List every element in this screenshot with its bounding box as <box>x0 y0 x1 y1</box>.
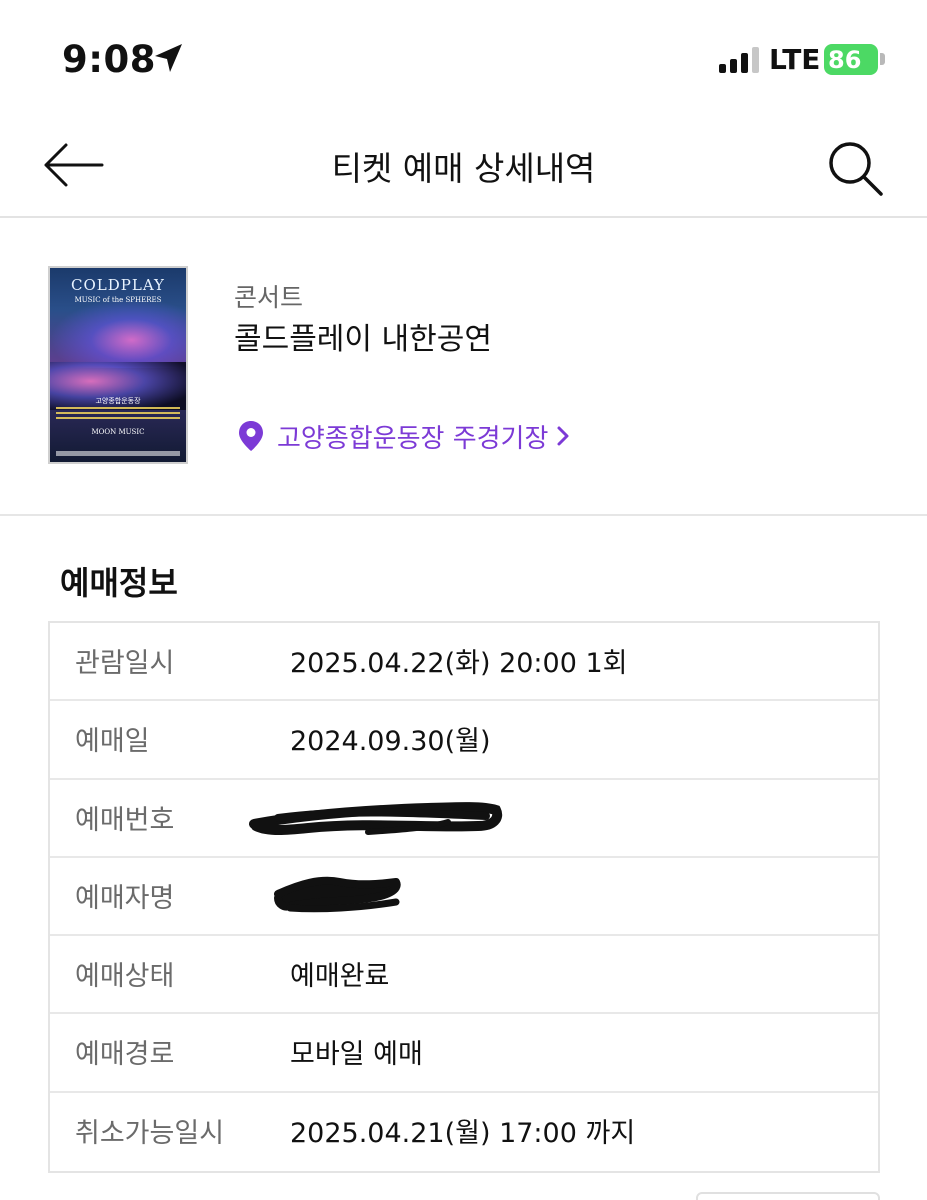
poster-dates <box>56 407 180 421</box>
venue-link[interactable]: 고양종합운동장 주경기장 <box>238 418 570 454</box>
booking-info-title: 예매정보 <box>60 564 178 602</box>
table-row: 취소가능일시 2025.04.21(월) 17:00 까지 <box>50 1093 878 1171</box>
event-category: 콘서트 <box>234 283 304 312</box>
ticket-detail-screen: 9:08 LTE 86 티켓 예매 상세내역 COLDPLAY MUSIC of… <box>0 0 927 1200</box>
poster-venue: 고양종합운동장 <box>95 397 141 405</box>
app-header: 티켓 예매 상세내역 <box>0 118 927 218</box>
poster-title: COLDPLAY <box>71 276 165 294</box>
redaction-scribble <box>249 801 503 835</box>
table-row: 예매상태 예매완료 <box>50 936 878 1015</box>
redaction-scribble <box>274 876 401 913</box>
map-pin-icon <box>239 421 263 451</box>
table-row: 예매일 2024.09.30(월) <box>50 701 878 780</box>
venue-name: 고양종합운동장 주경기장 <box>277 423 549 454</box>
battery-level: 86 <box>828 46 862 74</box>
poster-sponsor-logos <box>56 451 180 456</box>
row-label: 예매상태 <box>75 961 175 993</box>
event-summary: COLDPLAY MUSIC of the SPHERES 고양종합운동장 MO… <box>0 218 927 516</box>
row-label: 관람일시 <box>75 648 175 679</box>
bottom-button-partial[interactable] <box>696 1192 880 1200</box>
row-label: 예매자명 <box>75 882 175 914</box>
poster-footer: MOON MUSIC <box>91 428 145 436</box>
table-row: 예매경로 모바일 예매 <box>50 1014 878 1093</box>
row-value: 2024.09.30(월) <box>290 726 491 758</box>
event-poster[interactable]: COLDPLAY MUSIC of the SPHERES 고양종합운동장 MO… <box>48 266 188 464</box>
status-bar: 9:08 LTE 86 <box>0 0 927 118</box>
table-row: 관람일시 2025.04.22(화) 20:00 1회 <box>50 623 878 702</box>
battery-cap <box>880 53 885 65</box>
table-row: 예매자명 <box>50 858 878 937</box>
row-label: 취소가능일시 <box>75 1117 225 1149</box>
row-value: 2025.04.21(월) 17:00 까지 <box>290 1117 636 1149</box>
location-arrow-icon <box>155 44 182 72</box>
row-value: 모바일 예매 <box>290 1039 423 1071</box>
signal-bars-icon <box>719 47 759 73</box>
row-label: 예매경로 <box>75 1039 175 1071</box>
booking-info-table: 관람일시 2025.04.22(화) 20:00 1회 예매일 2024.09.… <box>48 621 880 1174</box>
row-value: 2025.04.22(화) 20:00 1회 <box>290 648 628 679</box>
row-value: 예매완료 <box>290 961 390 993</box>
row-label: 예매번호 <box>75 804 175 836</box>
chevron-right-icon <box>557 426 569 446</box>
event-title: 콜드플레이 내한공연 <box>234 322 492 357</box>
search-icon[interactable] <box>826 140 884 196</box>
poster-light-band <box>50 298 186 368</box>
page-title: 티켓 예매 상세내역 <box>331 149 596 188</box>
poster-subtitle: MUSIC of the SPHERES <box>74 296 162 304</box>
network-type: LTE <box>769 43 821 76</box>
battery-charging-icon: 86 <box>824 44 878 75</box>
row-label: 예매일 <box>75 726 150 758</box>
table-row: 예매번호 <box>50 780 878 858</box>
status-time: 9:08 <box>62 38 157 81</box>
